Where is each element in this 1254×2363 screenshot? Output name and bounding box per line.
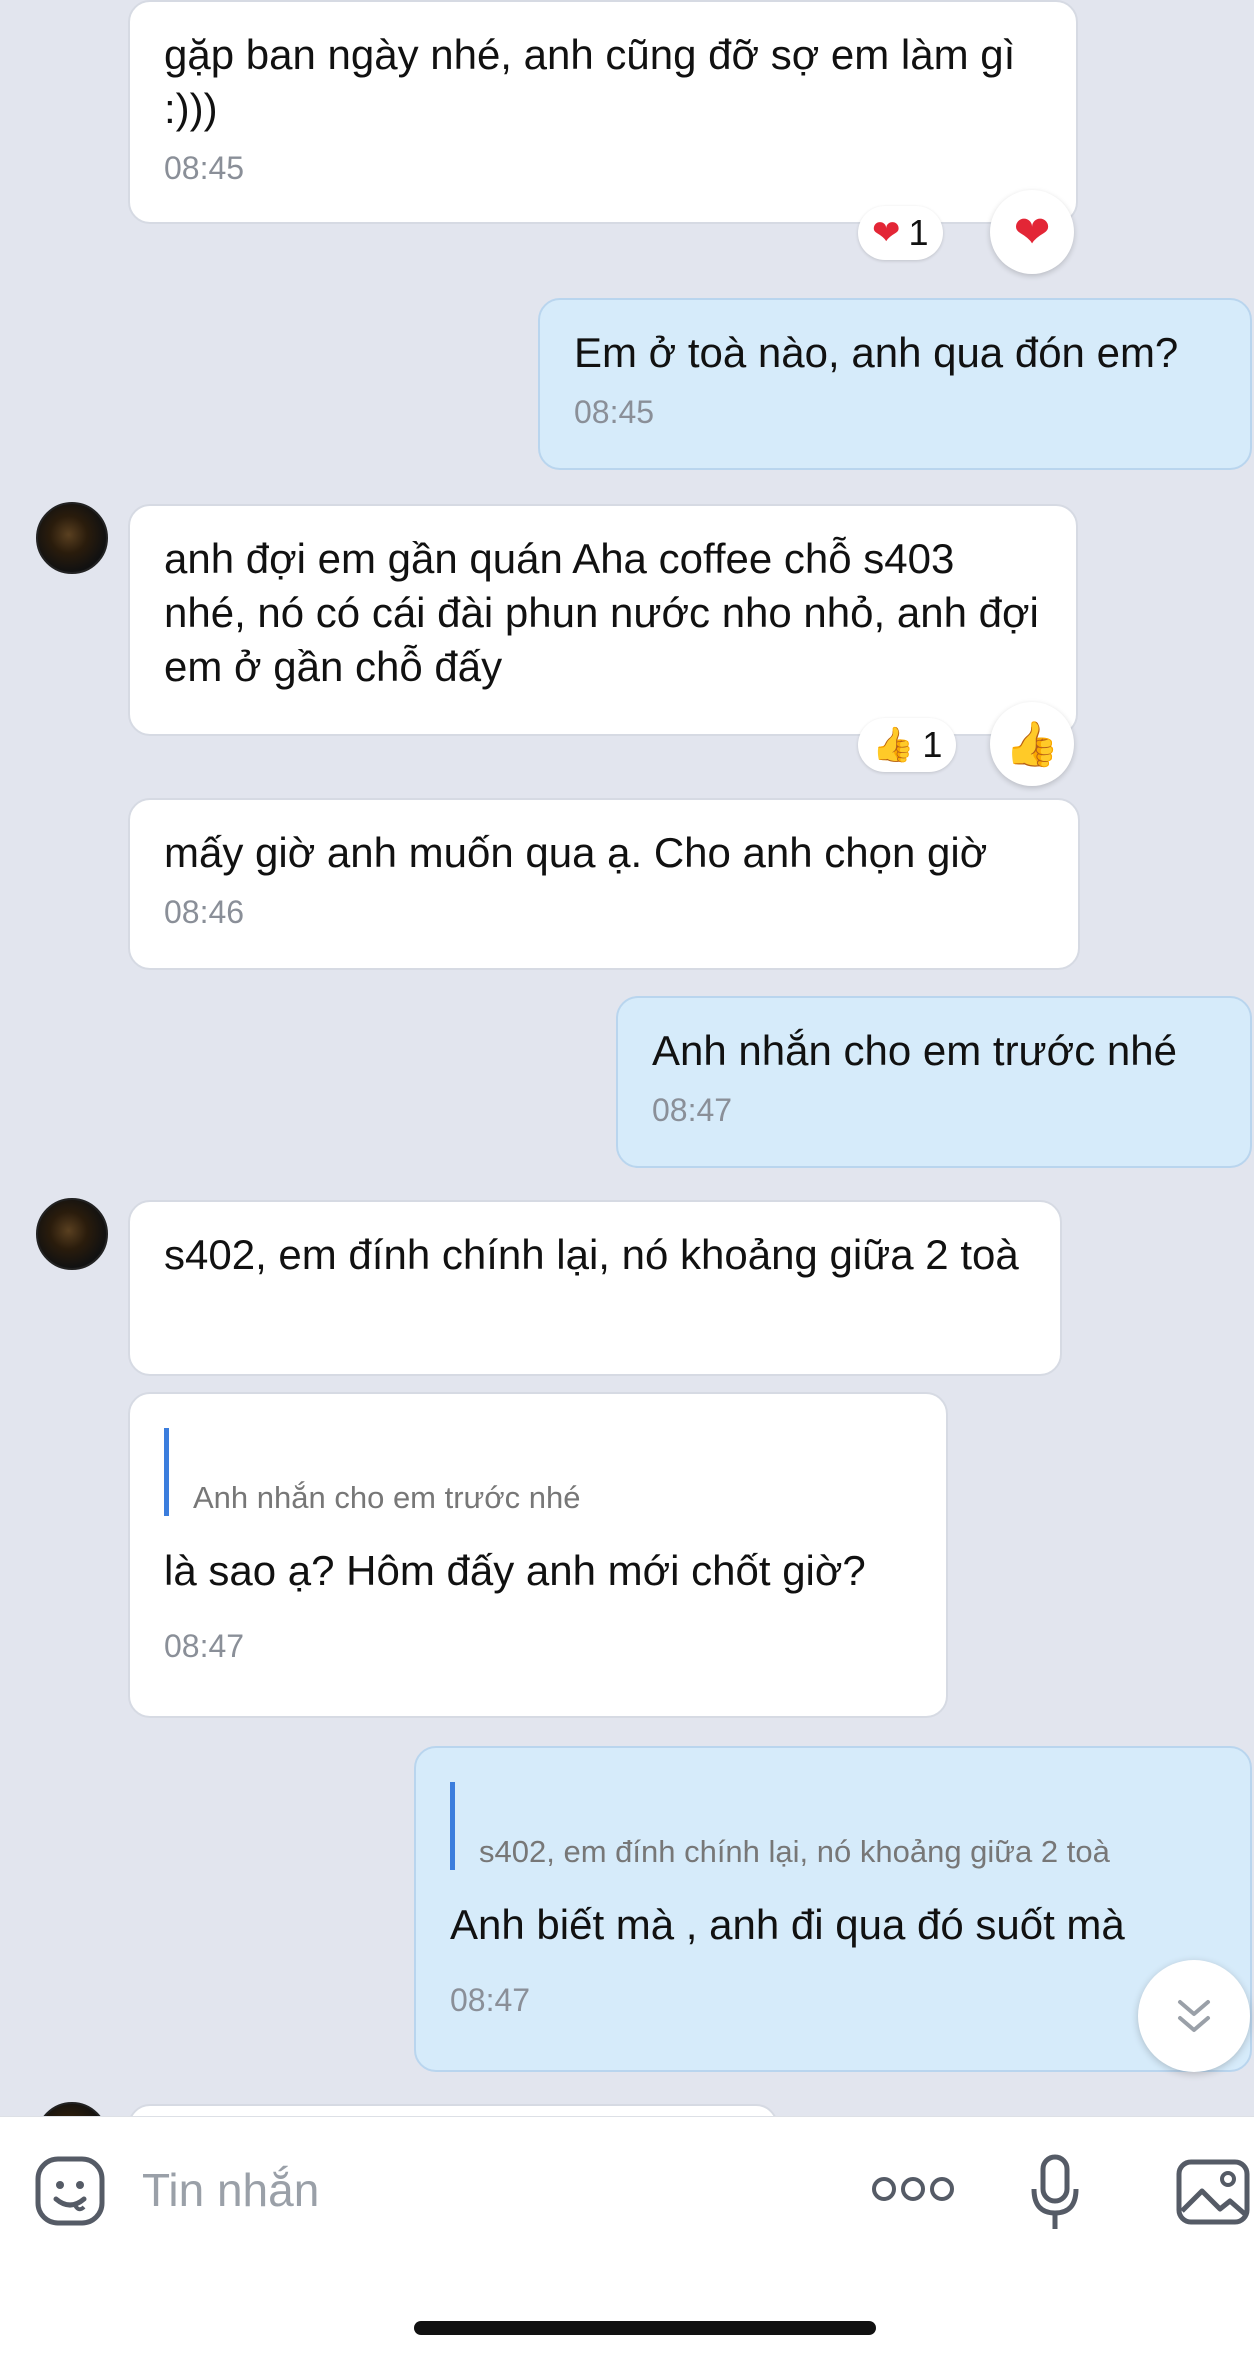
message-text: Em ở toà nào, anh qua đón em? <box>574 329 1179 376</box>
message-bubble-incoming[interactable]: Anh nhắn cho em trước nhé là sao ạ? Hôm … <box>128 1392 948 1718</box>
message-time: 08:47 <box>652 1092 733 1128</box>
more-icon[interactable] <box>870 2167 956 2211</box>
quoted-text: s402, em đính chính lại, nó khoảng giữa … <box>479 1834 1110 1869</box>
thumbs-up-icon: 👍 <box>872 726 915 764</box>
contact-avatar[interactable] <box>36 2102 108 2116</box>
message-bubble-outgoing[interactable]: s402, em đính chính lại, nó khoảng giữa … <box>414 1746 1252 2072</box>
message-time: 08:47 <box>450 1982 531 2018</box>
message-text: anh đợi em gần quán Aha coffee chỗ s403 … <box>164 535 1051 690</box>
message-text: là sao ạ? Hôm đấy anh mới chốt giờ? <box>164 1547 866 1594</box>
heart-icon: ❤ <box>872 214 901 252</box>
message-text: Anh biết mà , anh đi qua đó suốt mà <box>450 1901 1125 1948</box>
quoted-author <box>193 1428 912 1472</box>
composer-input-row: Tin nhắn <box>0 2117 1254 2263</box>
message-text: mấy giờ anh muốn qua ạ. Cho anh chọn giờ <box>164 829 988 876</box>
reaction-count[interactable]: ❤ 1 <box>858 206 943 260</box>
react-thumbs-up-button[interactable]: 👍 <box>990 702 1074 786</box>
message-text: gặp ban ngày nhé, anh cũng đỡ sợ em làm … <box>164 31 1027 132</box>
message-text: s402, em đính chính lại, nó khoảng giữa … <box>164 1231 1019 1278</box>
home-indicator[interactable] <box>414 2321 876 2335</box>
message-bubble-incoming[interactable]: gặp ban ngày nhé, anh cũng đỡ sợ em làm … <box>128 0 1078 224</box>
quoted-message[interactable]: Anh nhắn cho em trước nhé <box>164 1428 912 1516</box>
quoted-text: Anh nhắn cho em trước nhé <box>193 1480 581 1515</box>
scroll-to-bottom-button[interactable] <box>1138 1960 1250 2072</box>
microphone-icon[interactable] <box>1030 2153 1080 2233</box>
reaction-count[interactable]: 👍 1 <box>858 718 957 772</box>
message-bubble-incoming[interactable]: mấy giờ anh muốn qua ạ. Cho anh chọn giờ… <box>128 798 1080 970</box>
image-icon[interactable] <box>1176 2159 1250 2225</box>
message-bubble-outgoing[interactable]: Em ở toà nào, anh qua đón em? 08:45 <box>538 298 1252 470</box>
message-bubble-incoming[interactable] <box>128 2104 778 2116</box>
quoted-author <box>479 1782 1216 1826</box>
quoted-message[interactable]: s402, em đính chính lại, nó khoảng giữa … <box>450 1782 1216 1870</box>
message-bubble-outgoing[interactable]: Anh nhắn cho em trước nhé 08:47 <box>616 996 1252 1168</box>
message-input[interactable]: Tin nhắn <box>142 2163 319 2217</box>
message-time: 08:47 <box>164 1628 245 1664</box>
message-bubble-incoming[interactable]: anh đợi em gần quán Aha coffee chỗ s403 … <box>128 504 1078 736</box>
chevron-down-icon <box>1178 2000 1210 2032</box>
contact-avatar[interactable] <box>36 1198 108 1270</box>
chat-area[interactable]: gặp ban ngày nhé, anh cũng đỡ sợ em làm … <box>0 0 1254 2116</box>
react-heart-button[interactable]: ❤ <box>990 190 1074 274</box>
emoji-icon[interactable] <box>34 2155 106 2227</box>
message-time: 08:46 <box>164 894 245 930</box>
message-time: 08:45 <box>164 150 245 186</box>
contact-avatar[interactable] <box>36 502 108 574</box>
message-text: Anh nhắn cho em trước nhé <box>652 1027 1177 1074</box>
heart-icon: ❤ <box>1013 207 1051 257</box>
message-bubble-incoming[interactable]: s402, em đính chính lại, nó khoảng giữa … <box>128 1200 1062 1376</box>
reaction-count-value: 1 <box>922 724 943 765</box>
thumbs-up-icon: 👍 <box>1004 720 1060 769</box>
message-time: 08:45 <box>574 394 655 430</box>
reaction-count-value: 1 <box>908 212 929 253</box>
